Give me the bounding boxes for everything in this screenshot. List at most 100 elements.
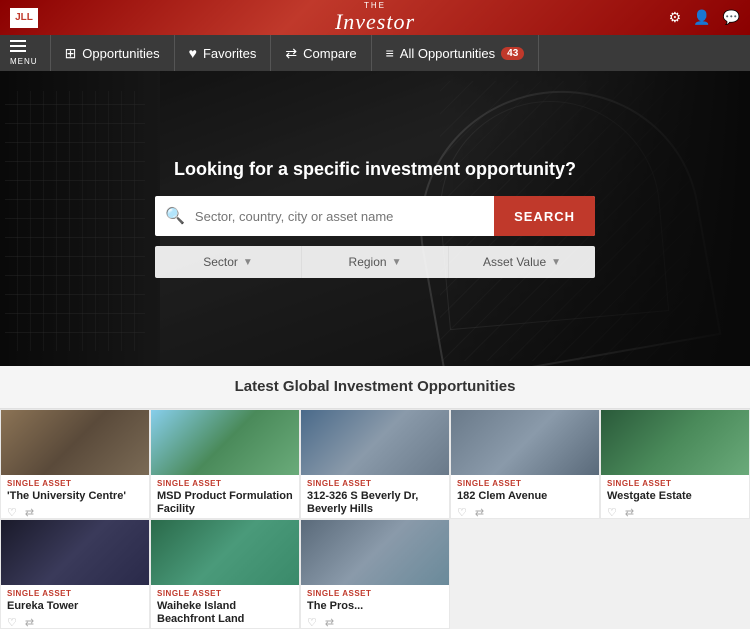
card-name-3: 312-326 S Beverly Dr, Beverly Hills	[307, 490, 443, 516]
card-image-5	[601, 410, 749, 475]
app-title: Investor	[335, 11, 415, 33]
card-body-1: SINGLE ASSET 'The University Centre' ♡ ⇄	[1, 475, 149, 519]
list-icon: ≡	[386, 45, 394, 61]
card-item-3[interactable]: SINGLE ASSET 312-326 S Beverly Dr, Bever…	[300, 409, 450, 519]
hero-content: Looking for a specific investment opport…	[0, 159, 750, 278]
card-name-4: 182 Clem Avenue	[457, 490, 593, 503]
user-icon[interactable]: 👤	[693, 9, 710, 26]
all-opportunities-badge: 43	[501, 47, 524, 60]
card-favorite-icon-4[interactable]: ♡	[457, 506, 467, 519]
card-image-7	[151, 520, 299, 585]
card-name-5: Westgate Estate	[607, 490, 743, 503]
card-item-5[interactable]: SINGLE ASSET Westgate Estate ♡ ⇄	[600, 409, 750, 519]
filter-row: Sector ▼ Region ▼ Asset Value ▼	[155, 246, 595, 278]
sector-chevron-icon: ▼	[243, 257, 253, 268]
card-type-7: SINGLE ASSET	[157, 589, 293, 599]
asset-value-chevron-icon: ▼	[551, 257, 561, 268]
card-type-5: SINGLE ASSET	[607, 479, 743, 489]
menu-label: MENU	[10, 57, 38, 66]
menu-line-1	[10, 40, 26, 42]
filter-region[interactable]: Region ▼	[302, 246, 449, 278]
nav-label-compare: Compare	[303, 46, 356, 61]
card-image-8	[301, 520, 449, 585]
card-actions-5: ♡ ⇄	[607, 506, 743, 519]
card-actions-1: ♡ ⇄	[7, 506, 143, 519]
card-body-2: SINGLE ASSET MSD Product Formulation Fac…	[151, 475, 299, 519]
filter-sector[interactable]: Sector ▼	[155, 246, 302, 278]
card-compare-icon-6[interactable]: ⇄	[25, 616, 34, 629]
logo-text: JLL	[15, 12, 33, 23]
grid-icon: ⊞	[65, 45, 77, 62]
filter-asset-value[interactable]: Asset Value ▼	[449, 246, 595, 278]
logo-box: JLL	[10, 8, 38, 28]
card-item-4[interactable]: SINGLE ASSET 182 Clem Avenue ♡ ⇄	[450, 409, 600, 519]
nav-item-favorites[interactable]: ♥ Favorites	[175, 35, 272, 71]
hero-section: Looking for a specific investment opport…	[0, 71, 750, 366]
card-name-1: 'The University Centre'	[7, 490, 143, 503]
card-actions-8: ♡ ⇄	[307, 616, 443, 629]
card-type-8: SINGLE ASSET	[307, 589, 443, 599]
card-image-1	[1, 410, 149, 475]
card-item-1[interactable]: SINGLE ASSET 'The University Centre' ♡ ⇄	[0, 409, 150, 519]
chat-icon[interactable]: 💬	[723, 9, 740, 26]
card-item-2[interactable]: SINGLE ASSET MSD Product Formulation Fac…	[150, 409, 300, 519]
card-image-3	[301, 410, 449, 475]
card-type-6: SINGLE ASSET	[7, 589, 143, 599]
header-icons: ⚙ 👤 💬	[669, 9, 740, 26]
card-compare-icon-8[interactable]: ⇄	[325, 616, 334, 629]
card-favorite-icon-1[interactable]: ♡	[7, 506, 17, 519]
filter-asset-value-label: Asset Value	[483, 255, 546, 269]
card-body-5: SINGLE ASSET Westgate Estate ♡ ⇄	[601, 475, 749, 519]
card-name-8: The Pros...	[307, 600, 443, 613]
section-title-wrap: Latest Global Investment Opportunities	[0, 366, 750, 409]
card-image-4	[451, 410, 599, 475]
settings-icon[interactable]: ⚙	[669, 9, 682, 26]
nav-item-all-opportunities[interactable]: ≡ All Opportunities 43	[372, 35, 540, 71]
search-button[interactable]: SEARCH	[494, 196, 595, 236]
card-compare-icon-1[interactable]: ⇄	[25, 506, 34, 519]
card-compare-icon-4[interactable]: ⇄	[475, 506, 484, 519]
search-bar: 🔍 SEARCH	[155, 196, 595, 236]
card-type-3: SINGLE ASSET	[307, 479, 443, 489]
card-item-7[interactable]: SINGLE ASSET Waiheke Island Beachfront L…	[150, 519, 300, 629]
card-name-6: Eureka Tower	[7, 600, 143, 613]
main-nav: MENU ⊞ Opportunities ♥ Favorites ⇄ Compa…	[0, 35, 750, 71]
nav-item-opportunities[interactable]: ⊞ Opportunities	[50, 35, 175, 71]
card-favorite-icon-6[interactable]: ♡	[7, 616, 17, 629]
search-icon: 🔍	[155, 206, 195, 226]
card-actions-6: ♡ ⇄	[7, 616, 143, 629]
card-type-4: SINGLE ASSET	[457, 479, 593, 489]
card-body-3: SINGLE ASSET 312-326 S Beverly Dr, Bever…	[301, 475, 449, 519]
filter-sector-label: Sector	[203, 255, 238, 269]
card-compare-icon-5[interactable]: ⇄	[625, 506, 634, 519]
card-image-2	[151, 410, 299, 475]
card-body-4: SINGLE ASSET 182 Clem Avenue ♡ ⇄	[451, 475, 599, 519]
card-image-6	[1, 520, 149, 585]
menu-line-3	[10, 50, 26, 52]
menu-button[interactable]: MENU	[10, 40, 38, 66]
card-name-7: Waiheke Island Beachfront Land	[157, 600, 293, 626]
nav-item-compare[interactable]: ⇄ Compare	[271, 35, 371, 71]
compare-icon: ⇄	[285, 45, 297, 62]
card-name-2: MSD Product Formulation Facility	[157, 490, 293, 516]
card-favorite-icon-8[interactable]: ♡	[307, 616, 317, 629]
filter-region-label: Region	[349, 255, 387, 269]
cards-grid: SINGLE ASSET 'The University Centre' ♡ ⇄…	[0, 409, 750, 629]
nav-label-favorites: Favorites	[203, 46, 256, 61]
hero-heading: Looking for a specific investment opport…	[174, 159, 576, 180]
nav-label-opportunities: Opportunities	[82, 46, 159, 61]
header-title-wrap: The Investor	[335, 2, 415, 33]
card-favorite-icon-5[interactable]: ♡	[607, 506, 617, 519]
card-actions-4: ♡ ⇄	[457, 506, 593, 519]
card-type-2: SINGLE ASSET	[157, 479, 293, 489]
app-header: JLL The Investor ⚙ 👤 💬	[0, 0, 750, 35]
card-item-6[interactable]: SINGLE ASSET Eureka Tower ♡ ⇄	[0, 519, 150, 629]
card-body-8: SINGLE ASSET The Pros... ♡ ⇄	[301, 585, 449, 629]
search-input[interactable]	[195, 209, 494, 224]
card-item-8[interactable]: SINGLE ASSET The Pros... ♡ ⇄	[300, 519, 450, 629]
menu-line-2	[10, 45, 26, 47]
logo[interactable]: JLL	[10, 8, 38, 28]
nav-label-all: All Opportunities	[400, 46, 495, 61]
card-body-7: SINGLE ASSET Waiheke Island Beachfront L…	[151, 585, 299, 629]
card-body-6: SINGLE ASSET Eureka Tower ♡ ⇄	[1, 585, 149, 629]
